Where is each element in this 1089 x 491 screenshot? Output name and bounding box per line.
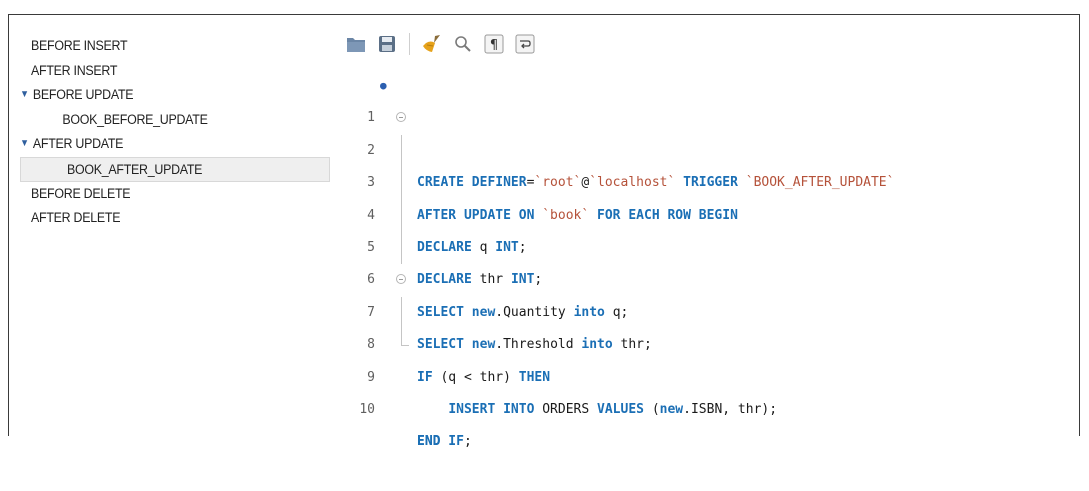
code-line[interactable]: 5 SELECT new.Quantity into q; xyxy=(345,199,1045,320)
svg-text:¶: ¶ xyxy=(490,38,498,53)
breakpoint-dot-icon[interactable]: ● xyxy=(380,70,387,102)
tree-item-book-after-update[interactable]: BOOK_AFTER_UPDATE xyxy=(20,156,330,182)
fold-guide xyxy=(401,134,402,168)
tree-item-label: BEFORE UPDATE xyxy=(32,87,134,103)
code-line[interactable]: 3 DECLARE q INT; xyxy=(345,134,1045,255)
code-text[interactable]: END xyxy=(417,426,440,458)
fold-guide xyxy=(401,231,402,265)
save-icon[interactable] xyxy=(376,33,398,55)
fold-end-marker xyxy=(401,329,409,347)
code-line[interactable]: 1 ● CREATE DEFINER=`root`@`localhost` TR… xyxy=(345,70,1045,190)
fold-guide xyxy=(401,296,402,330)
expanded-triangle-icon[interactable]: ▼ xyxy=(20,83,33,108)
wrap-lines-icon[interactable] xyxy=(514,33,536,55)
toolbar-separator xyxy=(409,33,410,55)
tree-item-label: AFTER DELETE xyxy=(31,210,121,226)
expanded-triangle-icon[interactable]: ▼ xyxy=(20,132,33,157)
tree-item-label: BEFORE INSERT xyxy=(31,38,128,53)
open-folder-icon[interactable] xyxy=(345,33,367,55)
tree-item-label: AFTER UPDATE xyxy=(32,136,124,152)
tree-item-label: BEFORE DELETE xyxy=(31,185,131,201)
code-line[interactable]: 9 END IF; xyxy=(345,329,1045,449)
code-line[interactable]: 2 AFTER UPDATE ON `book` FOR EACH ROW BE… xyxy=(345,102,1045,223)
fold-toggle-icon[interactable] xyxy=(396,274,406,285)
tree-item-after-delete[interactable]: AFTER DELETE xyxy=(20,206,283,231)
find-magnifier-icon[interactable] xyxy=(452,33,474,55)
tree-item-before-delete[interactable]: BEFORE DELETE xyxy=(20,182,283,207)
code-line[interactable]: 10 END xyxy=(345,362,1045,449)
tree-item-before-insert[interactable]: BEFORE INSERT xyxy=(20,34,283,59)
fold-toggle-icon[interactable] xyxy=(396,112,406,123)
tree-item-label: AFTER INSERT xyxy=(31,62,118,78)
tree-item-label: BOOK_AFTER_UPDATE xyxy=(67,161,203,177)
tree-item-after-update[interactable]: ▼ AFTER UPDATE xyxy=(20,132,283,157)
trigger-tree: BEFORE INSERT AFTER INSERT ▼ BEFORE UPDAT… xyxy=(20,34,330,231)
tree-item-before-update[interactable]: ▼ BEFORE UPDATE xyxy=(20,83,283,108)
editor-toolbar: ¶ xyxy=(345,31,536,57)
tree-item-after-insert[interactable]: AFTER INSERT xyxy=(20,59,283,84)
code-line[interactable]: 4 DECLARE thr INT; xyxy=(345,167,1045,287)
beautify-broom-icon[interactable] xyxy=(421,33,443,55)
code-text[interactable]: INSERT INTO ORDERS VALUES (new.ISBN, thr… xyxy=(417,394,777,426)
line-number[interactable]: 10 xyxy=(345,394,375,426)
code-line[interactable]: 6 SELECT new.Threshold into thr; xyxy=(345,231,1045,352)
fold-guide xyxy=(401,199,402,232)
code-line[interactable]: 8 INSERT INTO ORDERS VALUES (new.ISBN, t… xyxy=(345,296,1045,417)
tree-item-label: BOOK_BEFORE_UPDATE xyxy=(62,111,208,127)
fold-guide xyxy=(401,167,402,200)
sql-code-editor[interactable]: 1 ● CREATE DEFINER=`root`@`localhost` TR… xyxy=(345,70,1045,449)
code-line[interactable]: 7 IF (q < thr) THEN xyxy=(345,264,1045,385)
invisible-chars-pilcrow-icon[interactable]: ¶ xyxy=(483,33,505,55)
tree-item-book-before-update[interactable]: BOOK_BEFORE_UPDATE xyxy=(20,108,283,133)
